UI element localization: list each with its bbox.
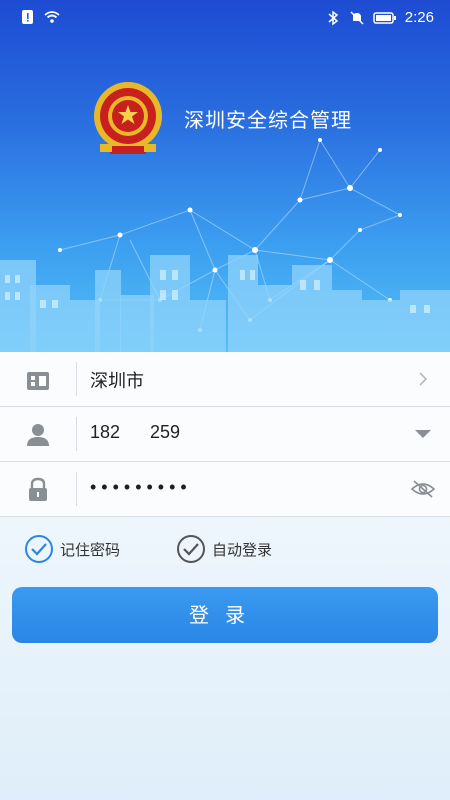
eye-off-icon[interactable] bbox=[408, 478, 438, 500]
bluetooth-icon bbox=[328, 10, 338, 25]
building-icon bbox=[27, 372, 49, 390]
login-button[interactable]: 登录 bbox=[12, 587, 438, 643]
status-time: 2:26 bbox=[404, 9, 434, 26]
city-value: 深圳市 bbox=[90, 371, 144, 391]
login-form: 深圳市 182 259 ••••••••• bbox=[0, 352, 450, 517]
app-title: 深圳安全综合管理 bbox=[184, 108, 352, 132]
user-icon bbox=[27, 424, 49, 446]
row-divider bbox=[76, 362, 77, 396]
auto-login-label: 自动登录 bbox=[212, 540, 273, 559]
remember-password-label: 记住密码 bbox=[60, 540, 121, 559]
city-network-illustration bbox=[0, 138, 450, 352]
state-emblem-icon bbox=[94, 82, 162, 154]
notification-icon bbox=[22, 10, 33, 24]
city-select-row[interactable]: 深圳市 bbox=[0, 352, 450, 407]
lock-icon bbox=[29, 477, 47, 501]
check-circle-icon bbox=[177, 535, 205, 563]
password-input[interactable]: ••••••••• bbox=[90, 477, 192, 498]
account-input[interactable]: 182 259 bbox=[90, 422, 180, 443]
chevron-right-icon[interactable] bbox=[412, 368, 434, 390]
row-divider bbox=[76, 472, 77, 506]
battery-icon bbox=[373, 11, 396, 24]
status-bar: 2:26 bbox=[0, 0, 450, 34]
row-divider bbox=[76, 417, 77, 451]
password-input-row[interactable]: ••••••••• bbox=[0, 462, 450, 517]
remember-password-checkbox[interactable]: 记住密码 bbox=[24, 534, 120, 564]
dropdown-triangle-icon[interactable] bbox=[412, 423, 434, 445]
wifi-icon bbox=[44, 11, 60, 23]
login-options: 记住密码 自动登录 bbox=[0, 522, 450, 572]
check-circle-icon bbox=[25, 535, 53, 563]
mute-icon bbox=[350, 10, 364, 25]
hero-banner: 2:26 深圳安全综合管理 bbox=[0, 0, 450, 352]
auto-login-checkbox[interactable]: 自动登录 bbox=[176, 534, 272, 564]
account-input-row[interactable]: 182 259 bbox=[0, 407, 450, 462]
